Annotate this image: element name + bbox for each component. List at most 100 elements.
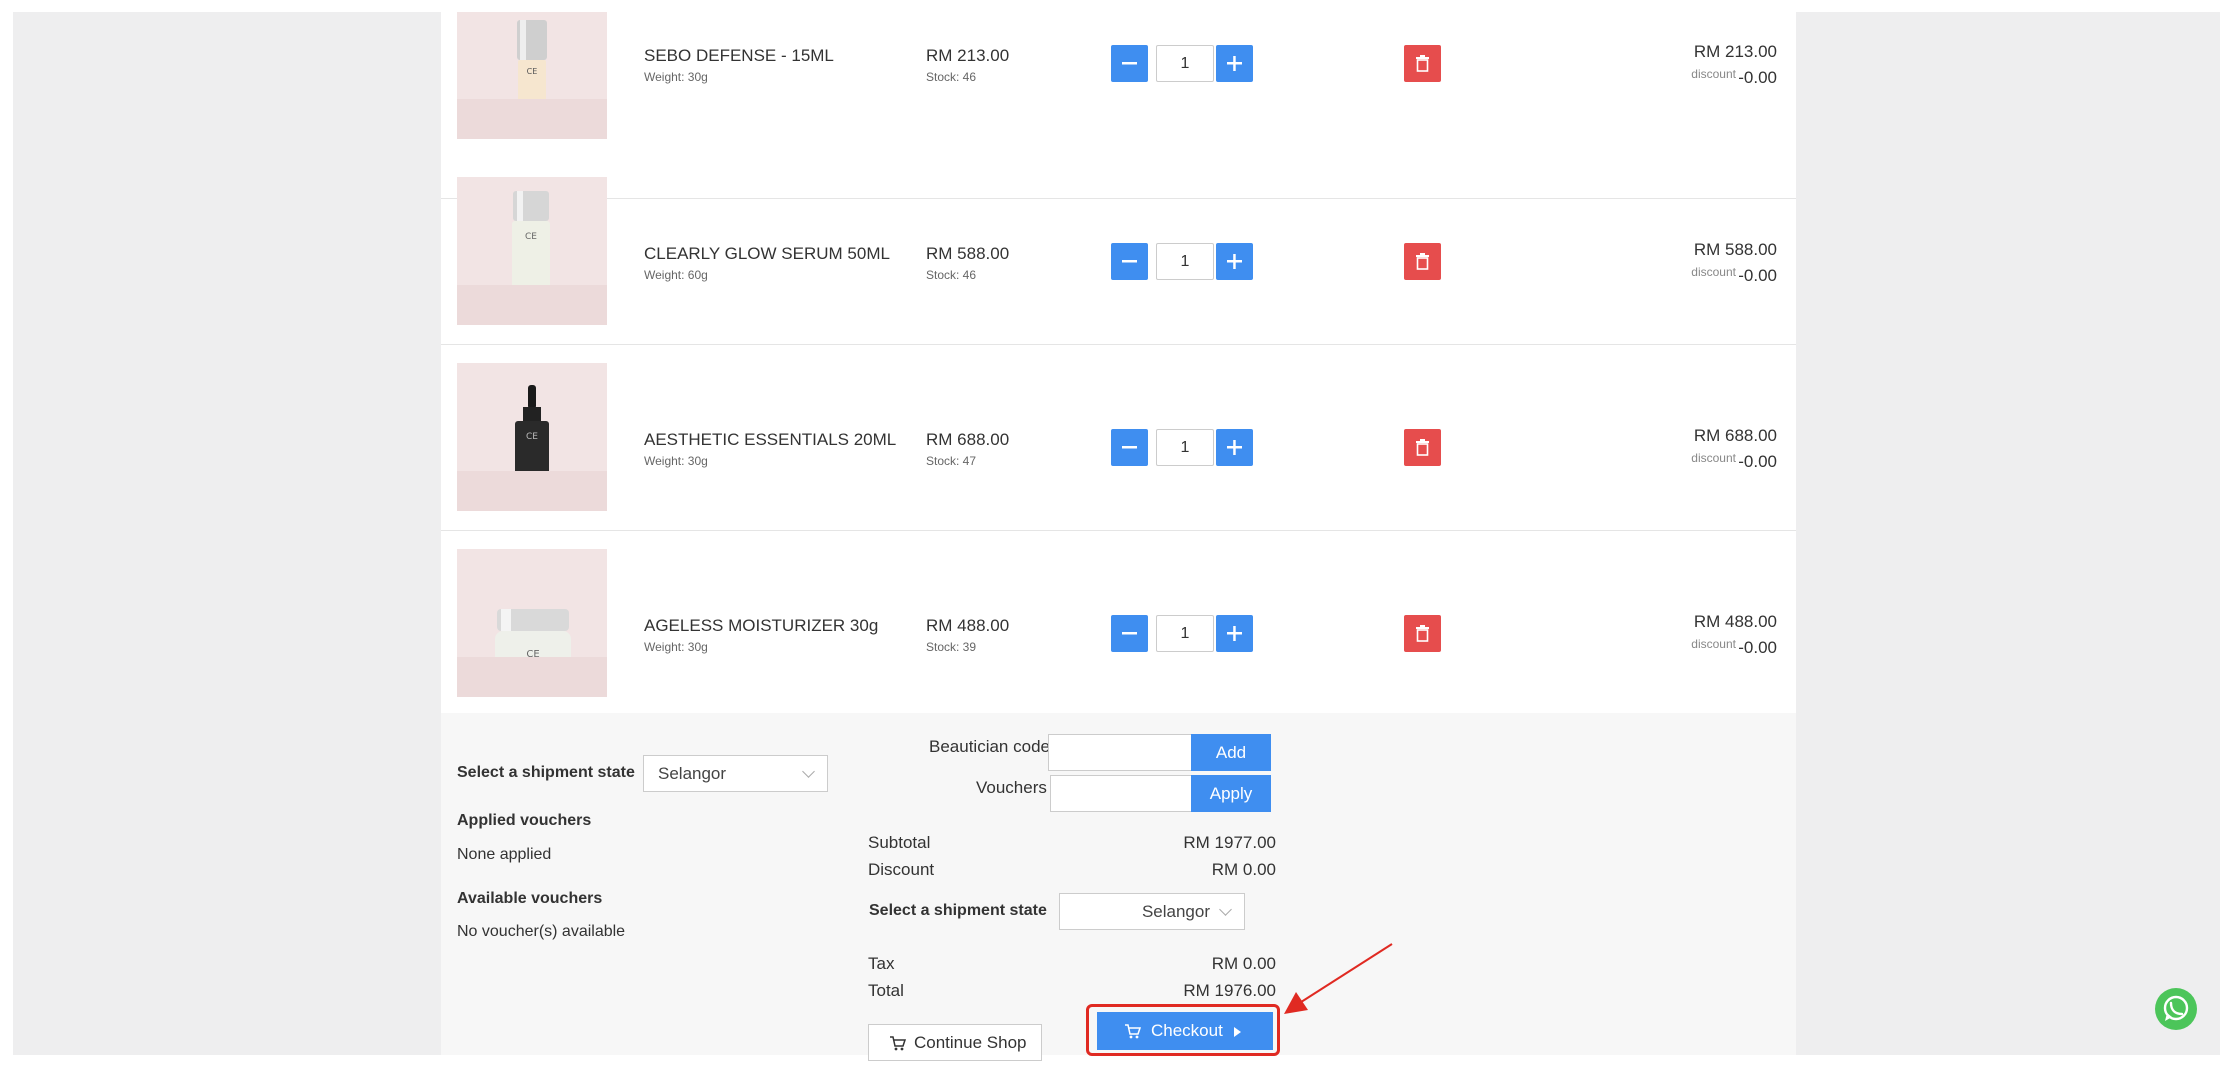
increase-qty-button[interactable] [1216, 429, 1253, 466]
product-stock: Stock: 46 [926, 70, 977, 84]
product-price: RM 213.00 [926, 46, 1010, 65]
increase-qty-button[interactable] [1216, 45, 1253, 82]
chevron-down-icon [802, 765, 815, 778]
product-weight: Weight: 30g [644, 70, 708, 84]
trash-icon [1416, 253, 1429, 270]
line-total: RM 213.00 [1693, 42, 1777, 61]
product-image: CE [457, 363, 607, 511]
cart-row: CE AESTHETIC ESSENTIALS 20ML Weight: 30g… [441, 344, 1796, 531]
decrease-qty-button[interactable] [1111, 615, 1148, 652]
cart-row: CE CLEARLY GLOW SERUM 50ML Weight: 60g R… [441, 158, 1796, 345]
chevron-down-icon [1219, 903, 1232, 916]
cart-row: CE AGELESS MOISTURIZER 30g Weight: 30g R… [441, 530, 1796, 717]
cart-container: CE SEBO DEFENSE - 15ML Weight: 30g RM 21… [441, 12, 1796, 1061]
trash-icon [1416, 625, 1429, 642]
discount-label: discount [1691, 637, 1736, 651]
discount-label: discount [1691, 451, 1736, 465]
quantity-input[interactable]: 1 [1156, 429, 1214, 466]
minus-icon [1122, 260, 1137, 263]
beautician-code-input[interactable] [1048, 734, 1192, 771]
available-vouchers-value: No voucher(s) available [457, 923, 626, 940]
line-total: RM 488.00 [1693, 612, 1777, 631]
cart-icon [1125, 1024, 1141, 1039]
annotation-arrow [1284, 943, 1393, 1014]
shipment-state-select[interactable]: Selangor [643, 755, 828, 792]
product-weight: Weight: 30g [644, 640, 708, 654]
cart-icon [890, 1036, 906, 1051]
trash-icon [1416, 55, 1429, 72]
line-total: RM 588.00 [1693, 240, 1777, 259]
product-stock: Stock: 39 [926, 640, 977, 654]
product-image: CE [457, 12, 607, 139]
discount-label: discount [1691, 265, 1736, 279]
available-vouchers-title: Available vouchers [457, 890, 603, 907]
applied-vouchers-title: Applied vouchers [457, 812, 592, 829]
svg-text:CE: CE [527, 67, 538, 76]
total-value: RM 1976.00 [1183, 981, 1276, 1000]
plus-icon [1227, 440, 1242, 455]
tax-value: RM 0.00 [1211, 954, 1276, 973]
caret-right-icon [1234, 1027, 1241, 1037]
minus-icon [1122, 446, 1137, 449]
line-discount: -0.00 [1738, 638, 1777, 657]
plus-icon [1227, 626, 1242, 641]
quantity-input[interactable]: 1 [1156, 243, 1214, 280]
subtotal-value: RM 1977.00 [1183, 833, 1276, 852]
summary-shipment-label: Select a shipment state [869, 902, 1047, 919]
whatsapp-icon [2163, 995, 2189, 1021]
product-image: CE [457, 177, 607, 325]
total-label: Total [868, 981, 904, 1000]
plus-icon [1227, 254, 1242, 269]
checkout-label: Checkout [1151, 1021, 1223, 1040]
quantity-input[interactable]: 1 [1156, 45, 1214, 82]
product-name: AESTHETIC ESSENTIALS 20ML [644, 430, 897, 449]
product-stock: Stock: 46 [926, 268, 977, 282]
line-discount: -0.00 [1738, 68, 1777, 87]
discount-label: discount [1691, 67, 1736, 81]
svg-text:CE: CE [526, 432, 538, 442]
remove-item-button[interactable] [1404, 429, 1441, 466]
decrease-qty-button[interactable] [1111, 243, 1148, 280]
svg-text:CE: CE [525, 232, 537, 242]
discount-label: Discount [868, 860, 935, 879]
product-price: RM 488.00 [926, 616, 1010, 635]
shipment-state-label: Select a shipment state [457, 764, 635, 781]
vouchers-label: Vouchers [976, 778, 1047, 797]
product-name: CLEARLY GLOW SERUM 50ML [644, 244, 890, 263]
decrease-qty-button[interactable] [1111, 429, 1148, 466]
increase-qty-button[interactable] [1216, 243, 1253, 280]
product-price: RM 588.00 [926, 244, 1010, 263]
product-price: RM 688.00 [926, 430, 1010, 449]
line-discount: -0.00 [1738, 266, 1777, 285]
continue-shop-button[interactable]: Continue Shop [868, 1024, 1042, 1061]
subtotal-label: Subtotal [868, 833, 931, 852]
remove-item-button[interactable] [1404, 615, 1441, 652]
increase-qty-button[interactable] [1216, 615, 1253, 652]
remove-item-button[interactable] [1404, 45, 1441, 82]
product-weight: Weight: 30g [644, 454, 708, 468]
whatsapp-button[interactable] [2155, 988, 2197, 1030]
discount-value: RM 0.00 [1211, 860, 1276, 879]
shipment-state-value: Selangor [658, 764, 727, 783]
product-name: AGELESS MOISTURIZER 30g [644, 616, 879, 635]
beautician-code-label: Beautician code [929, 737, 1050, 756]
add-beautician-code-button[interactable]: Add [1191, 734, 1271, 771]
product-name: SEBO DEFENSE - 15ML [644, 46, 834, 65]
tax-label: Tax [868, 954, 895, 973]
continue-shop-label: Continue Shop [914, 1033, 1027, 1052]
minus-icon [1122, 632, 1137, 635]
apply-voucher-button[interactable]: Apply [1191, 775, 1271, 812]
voucher-input[interactable] [1050, 775, 1192, 812]
applied-vouchers-value: None applied [457, 846, 552, 863]
summary-shipment-value: Selangor [1141, 902, 1210, 921]
remove-item-button[interactable] [1404, 243, 1441, 280]
product-stock: Stock: 47 [926, 454, 977, 468]
quantity-input[interactable]: 1 [1156, 615, 1214, 652]
product-image: CE [457, 549, 607, 697]
product-weight: Weight: 60g [644, 268, 708, 282]
decrease-qty-button[interactable] [1111, 45, 1148, 82]
summary-shipment-select[interactable]: Selangor [1059, 893, 1245, 930]
trash-icon [1416, 439, 1429, 456]
checkout-button[interactable]: Checkout [1097, 1012, 1273, 1050]
line-discount: -0.00 [1738, 452, 1777, 471]
